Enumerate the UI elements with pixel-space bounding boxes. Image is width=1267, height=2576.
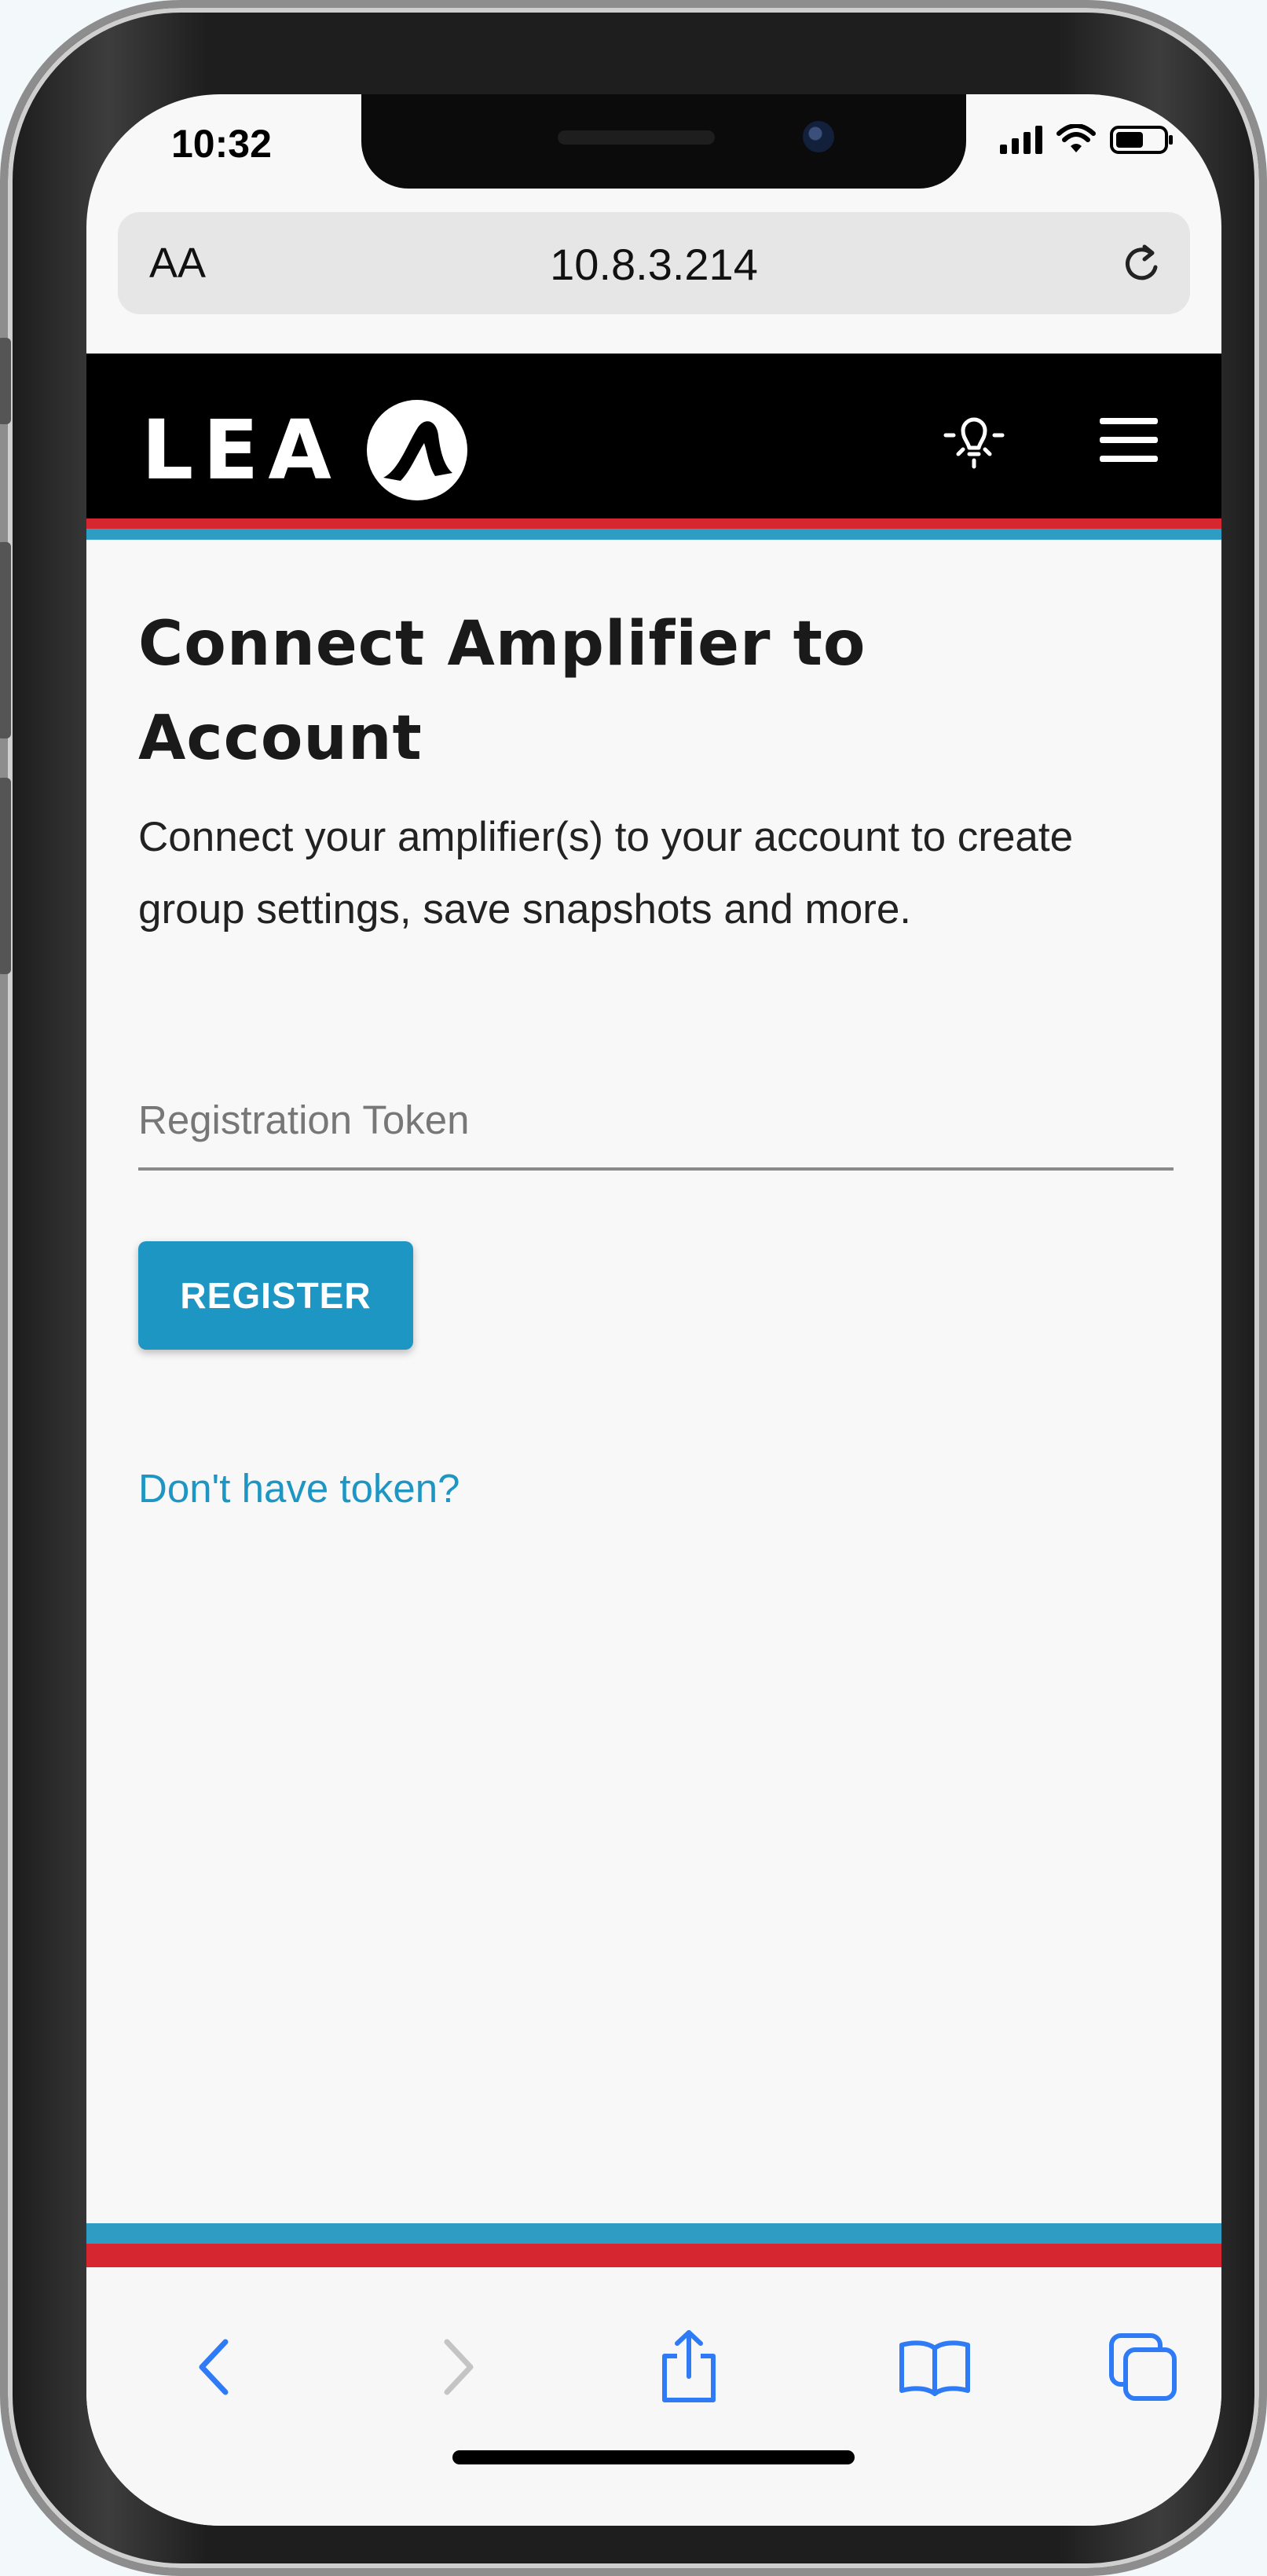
forward-button[interactable]: [415, 2324, 501, 2410]
hamburger-menu-icon[interactable]: [1100, 418, 1158, 465]
tabs-button[interactable]: [1100, 2324, 1186, 2410]
logo-text: LEA: [141, 402, 341, 498]
share-button[interactable]: [646, 2324, 732, 2410]
signal-icon: [1000, 126, 1042, 154]
dont-have-token-link[interactable]: Don't have token?: [138, 1465, 460, 1512]
brand-logo[interactable]: LEA: [141, 394, 473, 506]
footer-stripe-red: [86, 2244, 1221, 2267]
bookmarks-button[interactable]: [892, 2324, 978, 2410]
back-icon: [199, 2339, 229, 2395]
share-icon: [662, 2330, 716, 2402]
reload-icon[interactable]: [1119, 240, 1166, 288]
footer-stripe-blue: [86, 2223, 1221, 2244]
register-button[interactable]: REGISTER: [138, 1241, 413, 1350]
lea-logo-mark-icon: [366, 400, 467, 500]
mute-switch: [0, 338, 11, 424]
status-icons: [1000, 124, 1174, 156]
app-header: LEA: [86, 354, 1221, 518]
page-title: Connect Amplifier to Account: [138, 609, 866, 774]
phone-frame: 10:32 AA 10.8.3.214 LEA Connect Amplifie…: [0, 0, 1267, 2576]
page-description: Connect your amplifier(s) to your accoun…: [138, 814, 1074, 933]
home-indicator[interactable]: [452, 2450, 855, 2464]
back-button[interactable]: [171, 2324, 258, 2410]
registration-token-input[interactable]: [138, 1076, 1174, 1171]
status-time: 10:32: [171, 122, 272, 166]
browser-toolbar: [86, 2267, 1221, 2526]
volume-up-button: [0, 542, 11, 738]
tabs-icon: [1109, 2333, 1177, 2401]
header-stripe-red: [86, 518, 1221, 529]
header-stripe-blue: [86, 529, 1221, 540]
notch: [361, 94, 966, 189]
volume-down-button: [0, 778, 11, 974]
speaker-grille: [558, 130, 715, 145]
forward-icon: [444, 2339, 474, 2395]
phone-screen: 10:32 AA 10.8.3.214 LEA Connect Amplifie…: [86, 94, 1221, 2526]
bookmarks-icon: [899, 2340, 970, 2396]
front-camera: [803, 121, 834, 152]
url-bar[interactable]: AA 10.8.3.214: [118, 212, 1190, 314]
url-address[interactable]: 10.8.3.214: [118, 239, 1190, 290]
battery-icon: [1110, 126, 1173, 154]
lightbulb-icon[interactable]: [935, 399, 1013, 478]
wifi-icon: [1056, 124, 1096, 152]
